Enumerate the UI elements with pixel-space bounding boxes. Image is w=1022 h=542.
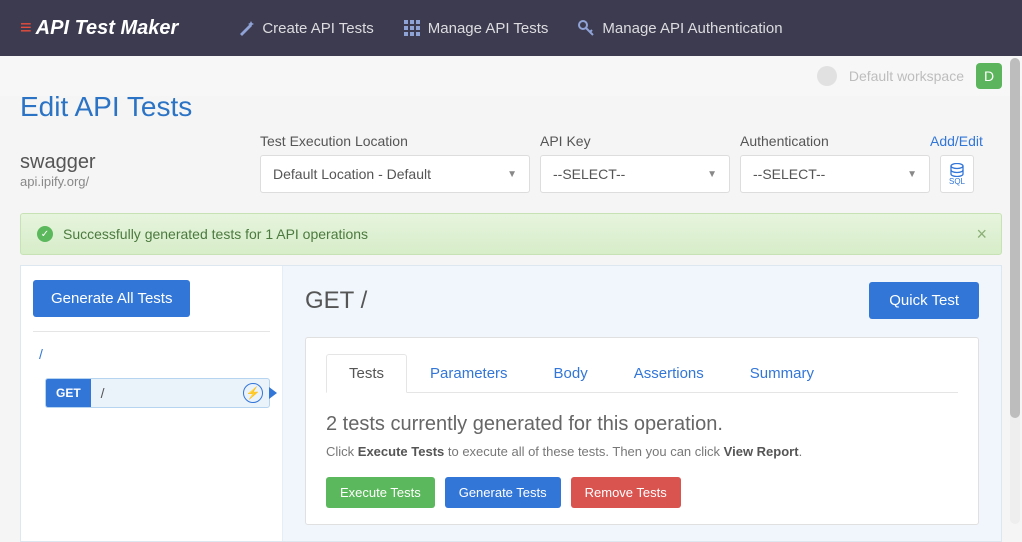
key-icon [578,20,594,36]
caret-down-icon: ▼ [907,169,917,180]
database-icon [949,163,965,177]
sql-button[interactable]: SQL [940,155,974,193]
brand-stripes-icon: ≡ [20,17,30,40]
brand-name: API Test Maker [36,17,179,40]
sidebar: Generate All Tests / GET / ⚡ [21,266,283,541]
content-panel: GET / Quick Test Tests Parameters Body A… [283,266,1001,541]
method-badge: GET [46,379,91,407]
api-name: swagger [20,151,240,174]
main-panel: Generate All Tests / GET / ⚡ GET / Quick… [20,265,1002,542]
apikey-select[interactable]: --SELECT--▼ [540,155,730,193]
scrollbar-thumb[interactable] [1010,58,1020,418]
workspace-badge[interactable]: D [976,63,1002,89]
tab-body[interactable]: Body [531,354,611,393]
location-select[interactable]: Default Location - Default▼ [260,155,530,193]
tab-assertions[interactable]: Assertions [611,354,727,393]
nav-create-api-tests[interactable]: Create API Tests [238,20,373,37]
tabs-panel: Tests Parameters Body Assertions Summary… [305,337,979,525]
success-alert: ✓ Successfully generated tests for 1 API… [20,213,1002,255]
tabs: Tests Parameters Body Assertions Summary [326,354,958,393]
tab-tests[interactable]: Tests [326,354,407,393]
operation-path: / [91,385,243,401]
top-navbar: ≡ API Test Maker Create API Tests Manage… [0,0,1022,56]
nav-manage-api-auth[interactable]: Manage API Authentication [578,20,782,37]
alert-text: Successfully generated tests for 1 API o… [63,226,368,242]
tab-parameters[interactable]: Parameters [407,354,531,393]
check-circle-icon: ✓ [37,226,53,242]
add-edit-link[interactable]: Add/Edit [930,133,983,155]
button-row: Execute Tests Generate Tests Remove Test… [326,477,958,508]
operation-item[interactable]: GET / ⚡ [45,378,270,408]
page-title: Edit API Tests [0,91,1022,133]
bolt-icon[interactable]: ⚡ [243,383,263,403]
operation-title: GET / [305,287,367,315]
tab-summary[interactable]: Summary [727,354,837,393]
auth-label: Authentication [740,133,880,149]
caret-down-icon: ▼ [707,169,717,180]
tests-hint: Click Execute Tests to execute all of th… [326,444,958,459]
generate-all-tests-button[interactable]: Generate All Tests [33,280,190,317]
remove-tests-button[interactable]: Remove Tests [571,477,681,508]
api-host: api.ipify.org/ [20,174,240,189]
execute-tests-button[interactable]: Execute Tests [326,477,435,508]
workspace-label[interactable]: Default workspace [849,68,964,84]
nav-manage-api-tests[interactable]: Manage API Tests [404,20,549,37]
workspace-bar: Default workspace D [0,56,1022,96]
api-info: swagger api.ipify.org/ [20,133,240,189]
nav-items: Create API Tests Manage API Tests Manage… [238,20,782,37]
apikey-label: API Key [540,133,730,149]
magic-wand-icon [238,20,254,36]
config-row: swagger api.ipify.org/ Test Execution Lo… [0,133,1022,193]
brand-logo[interactable]: ≡ API Test Maker [20,17,178,40]
quick-test-button[interactable]: Quick Test [869,282,979,319]
close-icon[interactable]: × [976,224,987,245]
help-icon[interactable] [817,66,837,86]
tests-count-text: 2 tests currently generated for this ope… [326,413,958,436]
grid-icon [404,20,420,36]
location-label: Test Execution Location [260,133,530,149]
caret-down-icon: ▼ [507,169,517,180]
path-root[interactable]: / [33,342,270,366]
divider [33,331,270,332]
generate-tests-button[interactable]: Generate Tests [445,477,561,508]
auth-select[interactable]: --SELECT--▼ [740,155,930,193]
